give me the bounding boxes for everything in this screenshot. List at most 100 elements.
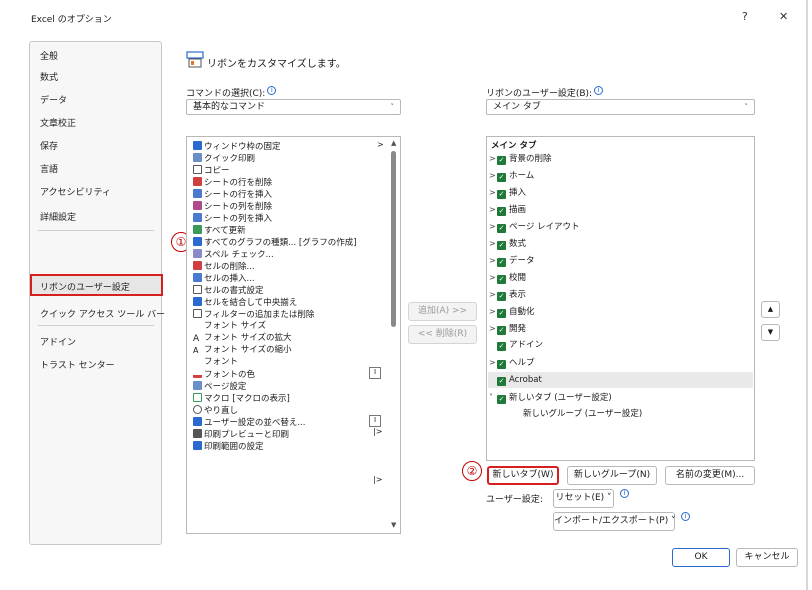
checkbox-checked-icon[interactable]: ✓	[497, 309, 506, 318]
tree-node-insert[interactable]: > ✓ 挿入	[489, 187, 526, 199]
list-item[interactable]: ウィンドウ枠の固定	[193, 141, 281, 153]
close-button[interactable]: ✕	[779, 10, 788, 23]
list-item[interactable]: シートの列を挿入	[193, 213, 272, 225]
list-item[interactable]: ページ設定	[193, 381, 246, 393]
list-item[interactable]: やり直し	[193, 405, 238, 417]
scrollbar-thumb[interactable]	[391, 151, 396, 327]
tree-node-formulas[interactable]: > ✓ 数式	[489, 238, 526, 250]
list-item[interactable]: 印刷範囲の設定	[193, 441, 264, 453]
ribbon-tabs-tree[interactable]: メイン タブ > ✓ 背景の削除 > ✓ ホーム > ✓ 挿入 > ✓ 描画 > ✓ ページ レイア…	[486, 136, 755, 461]
expand-icon[interactable]: >	[489, 306, 497, 317]
expand-icon[interactable]: >	[489, 153, 497, 164]
checkbox-checked-icon[interactable]: ✓	[497, 173, 506, 182]
scroll-up-arrow-icon[interactable]: ▲	[391, 139, 396, 147]
list-item[interactable]: スペル チェック...	[193, 249, 274, 261]
remove-button[interactable]: << 削除(R)	[408, 325, 477, 344]
nav-item-general[interactable]: 全般	[40, 49, 58, 62]
expand-icon[interactable]: >	[489, 272, 497, 283]
checkbox-checked-icon[interactable]: ✓	[497, 207, 506, 216]
list-item[interactable]: A フォント サイズの縮小	[193, 345, 291, 356]
nav-item-addins[interactable]: アドイン	[40, 335, 76, 348]
nav-item-trust-center[interactable]: トラスト センター	[40, 358, 115, 371]
list-item[interactable]: フォント	[204, 357, 238, 368]
checkbox-checked-icon[interactable]: ✓	[497, 224, 506, 233]
tree-node-acrobat[interactable]: ✓ Acrobat	[497, 375, 542, 386]
expand-icon[interactable]: >	[489, 357, 497, 368]
expand-icon[interactable]: >	[489, 323, 497, 334]
info-icon[interactable]: i	[679, 512, 690, 522]
collapse-icon[interactable]: ˅	[489, 392, 497, 403]
list-item[interactable]: セルの挿入...	[193, 273, 255, 285]
scroll-down-arrow-icon[interactable]: ▼	[391, 521, 396, 529]
list-item[interactable]: フィルターの追加または削除	[193, 309, 314, 321]
tree-node-automate[interactable]: > ✓ 自動化	[489, 306, 535, 318]
ok-button[interactable]: OK	[672, 548, 730, 567]
tree-node-developer[interactable]: > ✓ 開発	[489, 323, 526, 335]
reset-dropdown[interactable]: リセット(E) ˅	[553, 489, 614, 508]
list-item[interactable]: セルの書式設定	[193, 285, 264, 297]
rename-button[interactable]: 名前の変更(M)...	[665, 466, 755, 485]
list-item[interactable]: すべて更新	[193, 225, 246, 237]
list-item[interactable]: フォントの色	[193, 369, 255, 381]
customize-ribbon-select[interactable]: メイン タブ ˅	[486, 99, 755, 115]
tree-node-draw[interactable]: > ✓ 描画	[489, 204, 526, 216]
expand-icon[interactable]: >	[489, 204, 497, 215]
checkbox-checked-icon[interactable]: ✓	[497, 360, 506, 369]
tree-node-data[interactable]: > ✓ データ	[489, 255, 535, 267]
list-item[interactable]: マクロ [マクロの表示]	[193, 393, 290, 405]
list-item[interactable]: すべてのグラフの種類... [グラフの作成]	[193, 237, 357, 249]
help-button[interactable]: ?	[742, 10, 748, 23]
expand-icon[interactable]: >	[489, 255, 497, 266]
import-export-dropdown[interactable]: インポート/エクスポート(P) ˅	[553, 512, 676, 531]
list-item[interactable]: A フォント サイズの拡大	[193, 333, 291, 344]
tree-node-home[interactable]: > ✓ ホーム	[489, 170, 534, 182]
nav-item-advanced[interactable]: 詳細設定	[40, 210, 76, 223]
info-icon[interactable]: i	[594, 86, 604, 95]
tree-node-help[interactable]: > ✓ ヘルプ	[489, 357, 535, 369]
cancel-button[interactable]: キャンセル	[736, 548, 798, 567]
nav-item-formulas[interactable]: 数式	[40, 70, 58, 83]
move-down-button[interactable]: ▼	[761, 324, 780, 341]
nav-item-language[interactable]: 言語	[40, 162, 58, 175]
checkbox-checked-icon[interactable]: ✓	[497, 292, 506, 301]
tree-node-addins[interactable]: ✓ アドイン	[497, 340, 543, 351]
list-item[interactable]: クイック印刷	[193, 153, 255, 165]
checkbox-checked-icon[interactable]: ✓	[497, 275, 506, 284]
nav-item-proofing[interactable]: 文章校正	[40, 116, 76, 129]
list-item[interactable]: シートの列を削除	[193, 201, 272, 213]
checkbox-checked-icon[interactable]: ✓	[497, 241, 506, 250]
tree-node-view[interactable]: > ✓ 表示	[489, 289, 526, 301]
new-tab-button[interactable]: 新しいタブ(W)	[487, 466, 559, 485]
checkbox-checked-icon[interactable]: ✓	[497, 395, 506, 404]
nav-item-quick-access-toolbar[interactable]: クイック アクセス ツール バー	[40, 307, 165, 320]
expand-icon[interactable]: >	[489, 187, 497, 198]
checkbox-checked-icon[interactable]: ✓	[497, 258, 506, 267]
list-item[interactable]: セルの削除...	[193, 261, 255, 273]
new-group-button[interactable]: 新しいグループ(N)	[567, 466, 657, 485]
list-item[interactable]: フォント サイズ	[204, 321, 266, 332]
list-item[interactable]: シートの行を挿入	[193, 189, 272, 201]
expand-icon[interactable]: >	[489, 238, 497, 249]
tree-node-page-layout[interactable]: > ✓ ページ レイアウト	[489, 221, 580, 233]
list-item[interactable]: セルを結合して中央揃え	[193, 297, 297, 309]
commands-listbox[interactable]: ウィンドウ枠の固定 クイック印刷 コピー シートの行を削除 シートの行を挿入 シ…	[186, 136, 401, 534]
tree-node-review[interactable]: > ✓ 校閲	[489, 272, 526, 284]
expand-icon[interactable]: >	[489, 170, 497, 181]
checkbox-checked-icon[interactable]: ✓	[497, 342, 506, 351]
checkbox-checked-icon[interactable]: ✓	[497, 326, 506, 335]
tree-node-new-tab[interactable]: ˅ ✓ 新しいタブ (ユーザー設定)	[489, 392, 612, 404]
info-icon[interactable]: i	[267, 86, 277, 95]
nav-item-save[interactable]: 保存	[40, 139, 58, 152]
expand-icon[interactable]: >	[489, 221, 497, 232]
nav-item-data[interactable]: データ	[40, 93, 67, 106]
list-item[interactable]: 印刷プレビューと印刷	[193, 429, 289, 441]
checkbox-checked-icon[interactable]: ✓	[497, 156, 506, 165]
move-up-button[interactable]: ▲	[761, 301, 780, 318]
list-item[interactable]: コピー	[193, 165, 230, 177]
checkbox-checked-icon[interactable]: ✓	[497, 190, 506, 199]
list-item[interactable]: ユーザー設定の並べ替え...	[193, 417, 305, 429]
list-item[interactable]: シートの行を削除	[193, 177, 272, 189]
add-button[interactable]: 追加(A) >>	[408, 302, 477, 321]
expand-icon[interactable]: >	[489, 289, 497, 300]
nav-item-customize-ribbon[interactable]: リボンのユーザー設定	[40, 280, 130, 293]
